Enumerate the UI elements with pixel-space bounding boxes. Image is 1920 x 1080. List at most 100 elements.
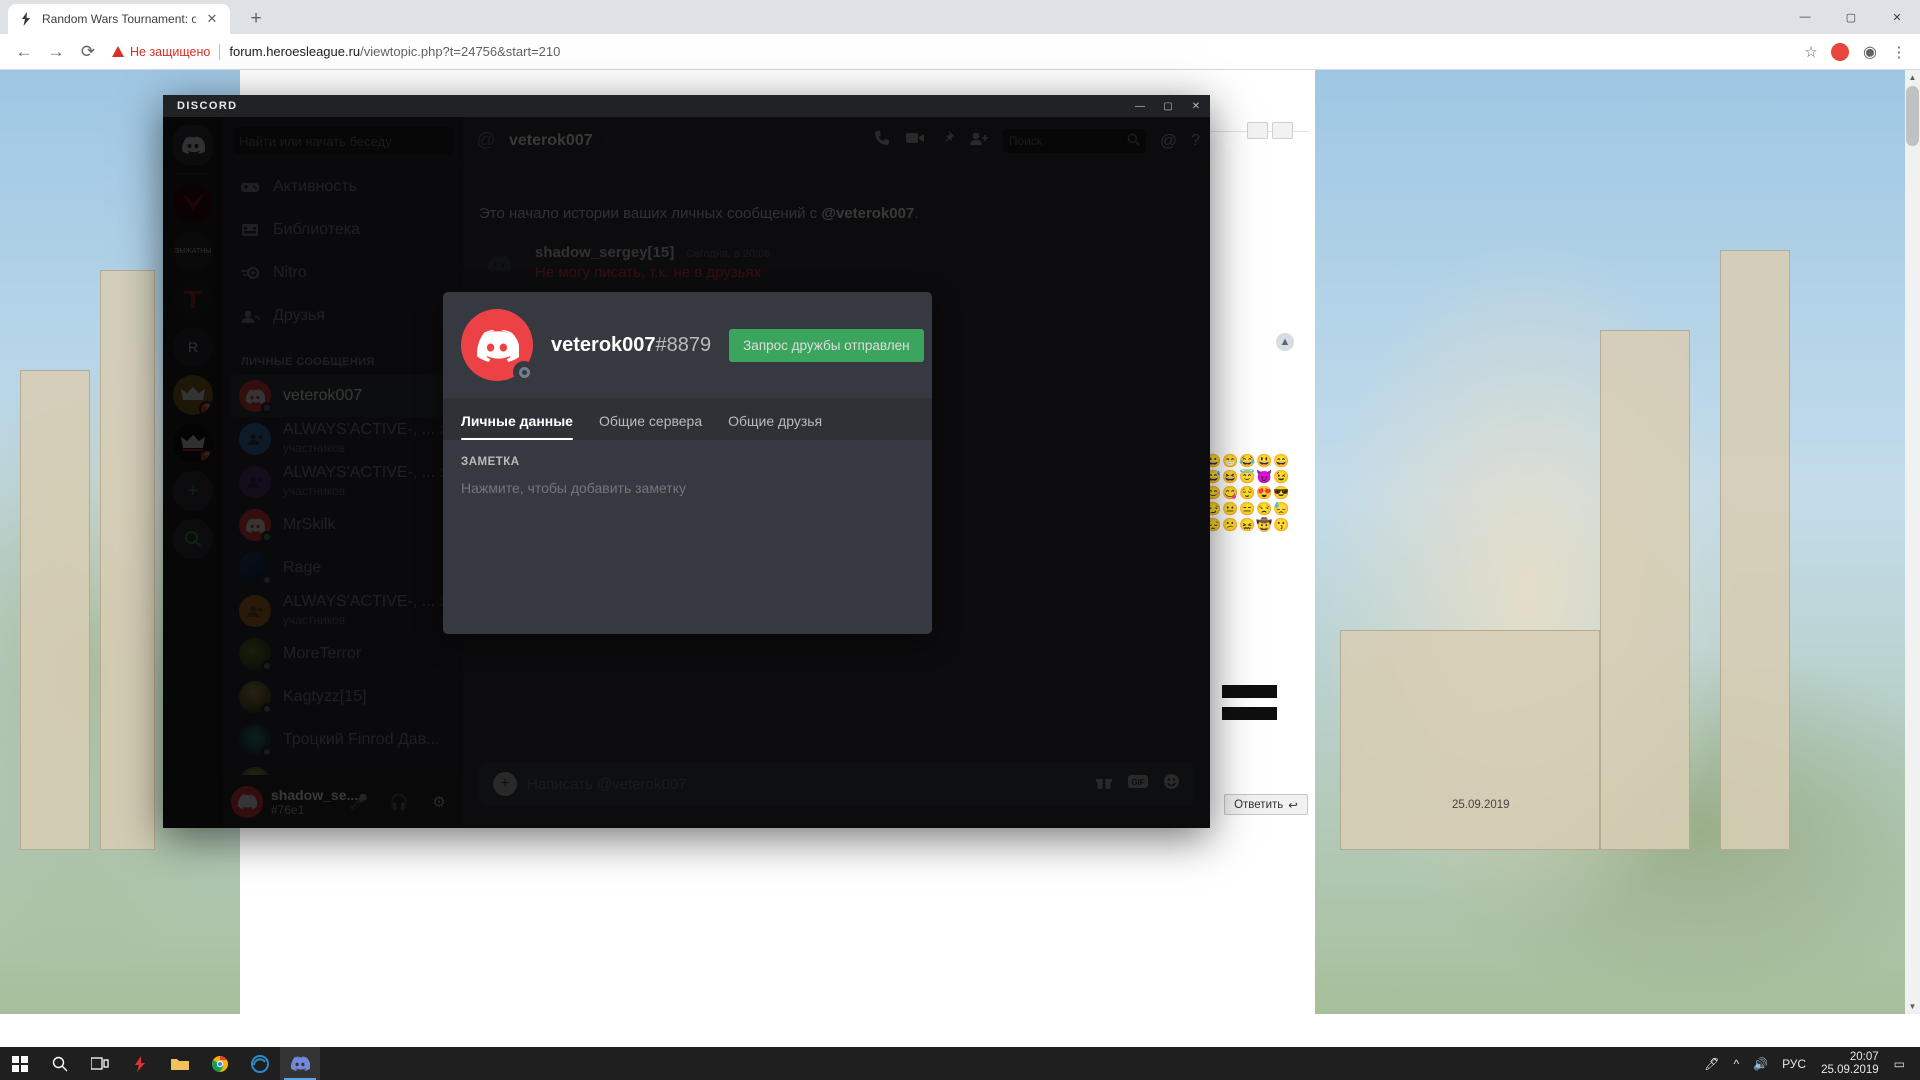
- video-icon[interactable]: [905, 131, 925, 150]
- emoji[interactable]: 😈: [1256, 469, 1272, 484]
- notifications-icon[interactable]: ▭: [1887, 1057, 1912, 1071]
- mentions-icon[interactable]: @: [1160, 131, 1177, 151]
- friend-request-button[interactable]: Запрос дружбы отправлен: [729, 328, 924, 362]
- attach-icon[interactable]: +: [493, 772, 517, 796]
- discord-icon[interactable]: [280, 1047, 320, 1080]
- guild-home-button[interactable]: [173, 125, 213, 165]
- security-indicator[interactable]: Не защищено: [112, 45, 219, 59]
- clock[interactable]: 20:07 25.09.2019: [1813, 1051, 1887, 1077]
- user-avatar[interactable]: [461, 309, 535, 383]
- guild-item[interactable]: 2: [173, 423, 213, 463]
- pin-icon[interactable]: [939, 130, 955, 151]
- new-tab-button[interactable]: +: [242, 5, 270, 33]
- view-mode-button-2[interactable]: [1272, 122, 1293, 139]
- start-icon[interactable]: [0, 1047, 40, 1080]
- reload-icon[interactable]: ⟳: [72, 36, 104, 68]
- emoji[interactable]: 😐: [1222, 501, 1238, 516]
- emoji[interactable]: 😃: [1256, 453, 1272, 468]
- discord-close-button[interactable]: ✕: [1182, 95, 1210, 117]
- tab-user-info[interactable]: Личные данные: [461, 413, 573, 440]
- gif-icon[interactable]: GIF: [1127, 774, 1149, 794]
- sidebar-item-activity[interactable]: Активность: [231, 166, 455, 208]
- discord-titlebar[interactable]: DISCORD — ▢ ✕: [163, 95, 1210, 117]
- emoji[interactable]: 😄: [1273, 453, 1289, 468]
- sidebar-item-friends[interactable]: Друзья: [231, 295, 455, 337]
- dm-list[interactable]: Активность Библиотека Nitro Друзья ЛИЧНЫ…: [223, 165, 463, 775]
- discord-minimize-button[interactable]: —: [1126, 95, 1154, 117]
- guild-item[interactable]: ЭМЖАТНЫ: [173, 231, 213, 271]
- note-input[interactable]: Нажмите, чтобы добавить заметку: [461, 480, 914, 496]
- search-icon[interactable]: [40, 1047, 80, 1080]
- dm-item-veterok007[interactable]: veterok007: [231, 375, 455, 417]
- emoji[interactable]: 😍: [1256, 485, 1272, 500]
- volume-icon[interactable]: 🔊: [1746, 1057, 1775, 1071]
- emoji[interactable]: 😁: [1222, 453, 1238, 468]
- bookmark-star-icon[interactable]: ☆: [1798, 43, 1824, 61]
- dm-item-kagtyzz[interactable]: Kagtyzz[15]: [231, 676, 455, 718]
- emoji[interactable]: 😒: [1256, 501, 1272, 516]
- browser-menu-icon[interactable]: ⋮: [1886, 43, 1912, 61]
- guild-item[interactable]: [173, 279, 213, 319]
- current-user-avatar[interactable]: [231, 785, 263, 818]
- tab-mutual-servers[interactable]: Общие сервера: [599, 413, 702, 440]
- message-author[interactable]: shadow_sergey[15]: [535, 244, 674, 261]
- pen-icon[interactable]: 🖊: [1697, 1057, 1726, 1071]
- scroll-to-top-button[interactable]: ▲: [1276, 333, 1294, 351]
- emoji[interactable]: 😖: [1239, 517, 1255, 532]
- dm-item-rage[interactable]: Rage: [231, 547, 455, 589]
- page-scrollbar[interactable]: ▲ ▼: [1905, 70, 1920, 1014]
- explorer-icon[interactable]: [160, 1047, 200, 1080]
- search-input[interactable]: Поиск: [1002, 128, 1146, 153]
- minimize-button[interactable]: —: [1782, 0, 1828, 34]
- close-button[interactable]: ✕: [1874, 0, 1920, 34]
- emoji[interactable]: 😓: [1273, 501, 1289, 516]
- emoji[interactable]: 😋: [1222, 485, 1238, 500]
- guild-item[interactable]: [173, 183, 213, 223]
- dm-item-group-1[interactable]: ALWAYS'ACTIVE-, ... 3 участников: [231, 418, 455, 460]
- mic-icon[interactable]: 🎤: [343, 786, 375, 818]
- dm-item-group-3[interactable]: ALWAYS'ACTIVE-, ... 3 участников: [231, 590, 455, 632]
- tab-mutual-friends[interactable]: Общие друзья: [728, 413, 822, 440]
- call-icon[interactable]: [873, 129, 891, 152]
- view-mode-button-1[interactable]: [1247, 122, 1268, 139]
- scrollbar-thumb[interactable]: [1906, 86, 1919, 146]
- emoji-icon[interactable]: [1163, 773, 1180, 795]
- flash-icon[interactable]: [120, 1047, 160, 1080]
- taskview-icon[interactable]: [80, 1047, 120, 1080]
- language-indicator[interactable]: РУС: [1775, 1057, 1813, 1071]
- chevron-up-icon[interactable]: ^: [1726, 1057, 1746, 1071]
- reply-button[interactable]: Ответить ↩: [1224, 794, 1308, 815]
- gift-icon[interactable]: [1095, 774, 1113, 795]
- scroll-down-arrow[interactable]: ▼: [1905, 999, 1920, 1014]
- scroll-up-arrow[interactable]: ▲: [1905, 70, 1920, 85]
- emoji[interactable]: 😌: [1239, 485, 1255, 500]
- guild-item[interactable]: 7: [173, 375, 213, 415]
- dm-item-moreterror[interactable]: MoreTerror: [231, 633, 455, 675]
- dm-item-xhakkarx[interactable]: xHAKKARx(3): [231, 762, 455, 775]
- dm-item-mrskilk[interactable]: MrSkilk: [231, 504, 455, 546]
- discord-maximize-button[interactable]: ▢: [1154, 95, 1182, 117]
- dm-item-group-2[interactable]: ALWAYS'ACTIVE-, ... 3 участников: [231, 461, 455, 503]
- extension-icon[interactable]: [1831, 42, 1849, 61]
- sidebar-item-nitro[interactable]: Nitro: [231, 252, 455, 294]
- emoji-palette[interactable]: 😀 😁 😂 😃 😄 😅 😆 😇 😈 😉 😊 😋 😌 😍 😎 😏 😐 😑 😒 😓 😔 😕 😖 🤠 😗: [1205, 453, 1291, 532]
- more-options-icon[interactable]: ⋮: [930, 340, 932, 350]
- emoji[interactable]: 😆: [1222, 469, 1238, 484]
- explore-servers-button[interactable]: [173, 519, 213, 559]
- gear-icon[interactable]: ⚙: [423, 786, 455, 818]
- dm-search-input[interactable]: Найти или начать беседу: [233, 127, 453, 155]
- headset-icon[interactable]: 🎧: [383, 786, 415, 818]
- dm-item-trotsky[interactable]: Троцкий Finrod Дав...: [231, 719, 455, 761]
- help-icon[interactable]: ?: [1191, 132, 1200, 150]
- browser-tab[interactable]: Random Wars Tournament: отче ✕: [8, 4, 230, 34]
- add-server-button[interactable]: +: [173, 471, 213, 511]
- chrome-icon[interactable]: [200, 1047, 240, 1080]
- close-icon[interactable]: ✕: [204, 11, 220, 27]
- maximize-button[interactable]: ▢: [1828, 0, 1874, 34]
- emoji[interactable]: 😑: [1239, 501, 1255, 516]
- emoji[interactable]: 😇: [1239, 469, 1255, 484]
- sidebar-item-library[interactable]: Библиотека: [231, 209, 455, 251]
- forward-icon[interactable]: →: [40, 36, 72, 68]
- back-icon[interactable]: ←: [8, 36, 40, 68]
- emoji[interactable]: 😂: [1239, 453, 1255, 468]
